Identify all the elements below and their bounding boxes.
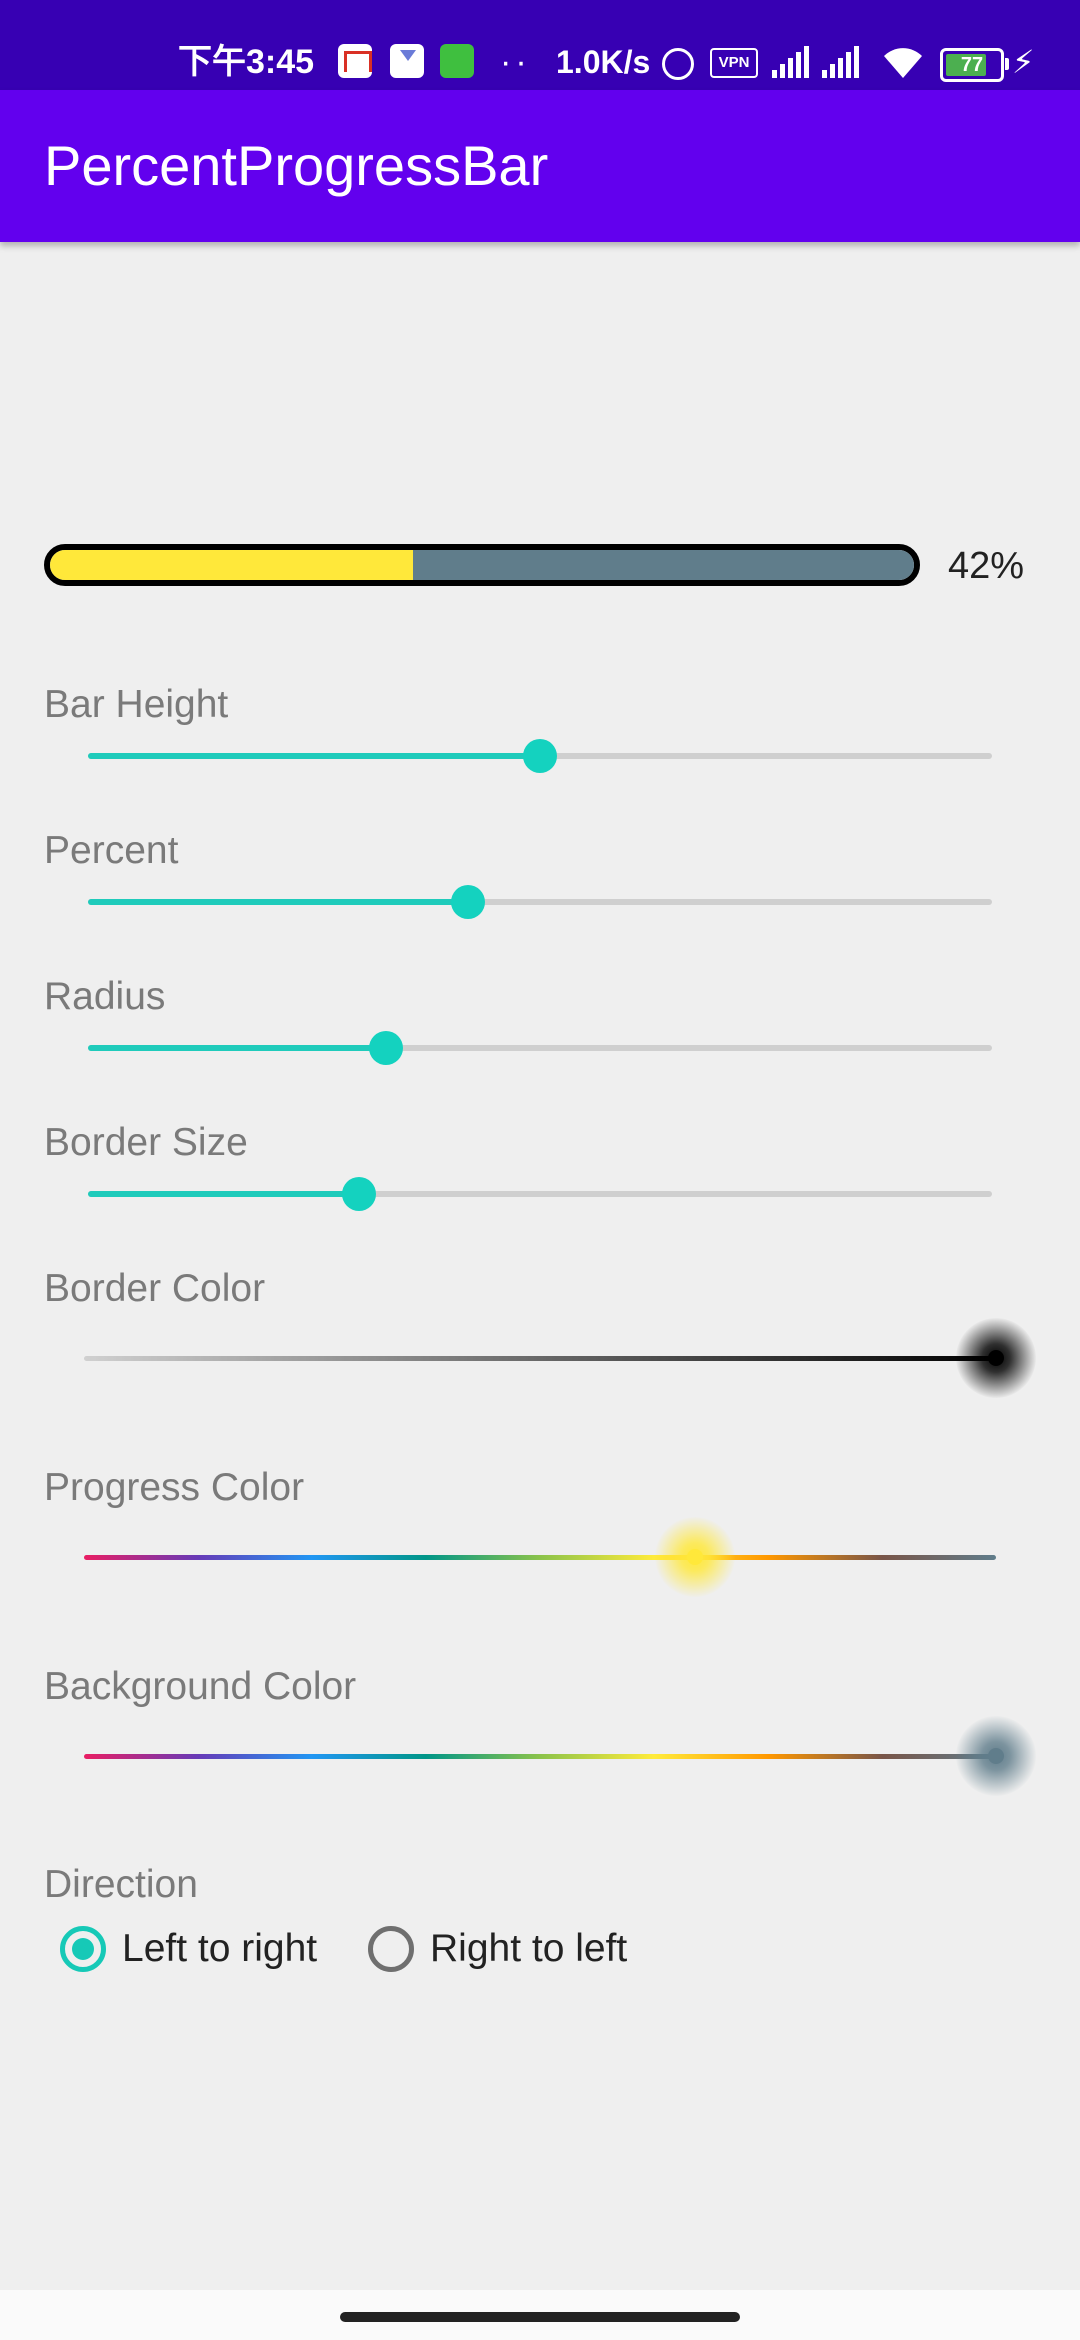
progress-fill xyxy=(50,550,413,580)
border-color-slider-thumb[interactable] xyxy=(956,1318,1036,1398)
battery-level: 77 xyxy=(960,54,984,76)
charging-icon: ⚡ xyxy=(1012,44,1035,80)
more-notifications-indicator: ·· xyxy=(500,43,531,81)
direction-label: Direction xyxy=(44,1863,198,1906)
network-speed: 1.0K/s xyxy=(556,44,651,80)
gmail-icon xyxy=(338,44,372,78)
app-bar: PercentProgressBar xyxy=(0,90,1080,242)
radio-unchecked-icon[interactable] xyxy=(368,1926,414,1972)
percent-label: Percent xyxy=(44,829,179,872)
bar-height-label: Bar Height xyxy=(44,683,229,726)
home-gesture-handle[interactable] xyxy=(340,2312,740,2322)
radius-slider[interactable] xyxy=(88,1031,992,1065)
background-color-label: Background Color xyxy=(44,1665,357,1708)
status-bar: 下午3:45 ·· 1.0K/s VPN 77 ⚡ xyxy=(0,0,1080,90)
border-size-label: Border Size xyxy=(44,1121,248,1164)
radio-left-to-right-label[interactable]: Left to right xyxy=(122,1924,317,1974)
bar-height-slider[interactable] xyxy=(88,739,992,773)
border-size-slider-thumb[interactable] xyxy=(342,1177,377,1211)
radius-slider-thumb[interactable] xyxy=(369,1031,404,1065)
alarm-icon xyxy=(662,48,694,80)
percent-progress-bar xyxy=(44,544,920,586)
app-title: PercentProgressBar xyxy=(44,134,549,197)
vpn-icon: VPN xyxy=(710,48,758,78)
bar-height-slider-thumb[interactable] xyxy=(523,739,557,773)
battery-icon: 77 xyxy=(940,48,1009,82)
progress-percent-text: 42% xyxy=(948,545,1025,587)
radio-checked-icon[interactable] xyxy=(60,1926,106,1972)
background-color-slider-thumb[interactable] xyxy=(956,1716,1036,1796)
signal-hd-icon xyxy=(822,46,862,78)
border-size-slider[interactable] xyxy=(88,1177,992,1211)
progress-color-slider-thumb[interactable] xyxy=(655,1517,736,1597)
radio-right-to-left[interactable]: Right to left xyxy=(368,1924,627,1974)
status-time: 下午3:45 xyxy=(178,43,315,81)
progress-color-slider[interactable] xyxy=(84,1517,996,1597)
border-color-label: Border Color xyxy=(44,1267,266,1310)
radius-label: Radius xyxy=(44,975,166,1018)
hourglass-icon xyxy=(390,44,424,78)
radio-left-to-right[interactable]: Left to right xyxy=(60,1924,317,1974)
progress-color-label: Progress Color xyxy=(44,1466,305,1509)
percent-slider[interactable] xyxy=(88,885,992,919)
background-color-slider[interactable] xyxy=(84,1716,1036,1796)
wifi-icon xyxy=(884,48,922,78)
radio-right-to-left-label[interactable]: Right to left xyxy=(430,1924,627,1974)
percent-slider-thumb[interactable] xyxy=(450,885,485,919)
green-app-icon xyxy=(440,44,474,78)
border-color-slider[interactable] xyxy=(84,1318,1036,1398)
signal-icon xyxy=(772,46,812,78)
